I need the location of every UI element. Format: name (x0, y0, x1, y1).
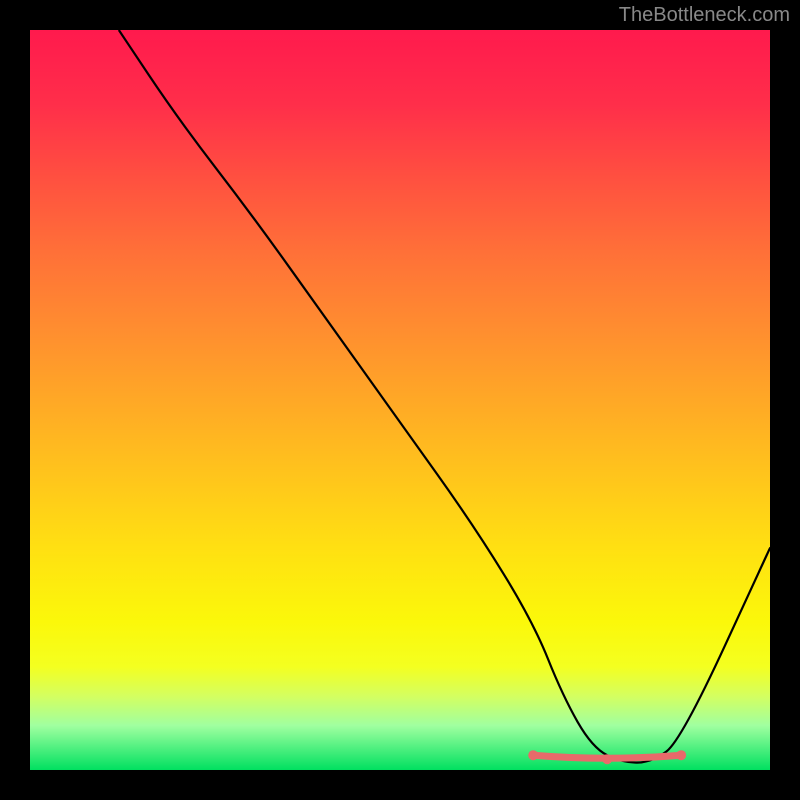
flat-region-dot (602, 754, 612, 764)
bottleneck-curve (30, 30, 770, 770)
chart-plot-area (30, 30, 770, 770)
flat-region-dot (528, 750, 538, 760)
flat-region-dot (676, 750, 686, 760)
curve-path (119, 30, 770, 763)
watermark-text: TheBottleneck.com (619, 4, 790, 27)
